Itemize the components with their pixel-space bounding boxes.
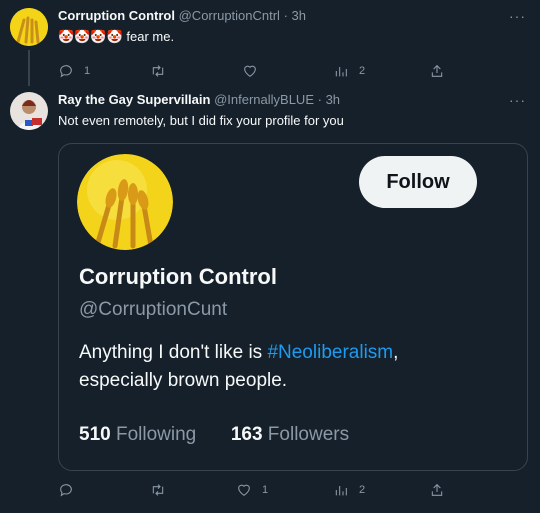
- like-button[interactable]: 1: [236, 482, 268, 498]
- profile-stats: 510 Following 163 Followers: [79, 424, 349, 446]
- author-name[interactable]: Corruption Control: [58, 8, 175, 23]
- views-button[interactable]: 2: [333, 63, 365, 79]
- retweet-button[interactable]: [150, 482, 176, 498]
- share-button[interactable]: [429, 482, 445, 498]
- profile-name: Corruption Control: [79, 264, 277, 289]
- author-handle[interactable]: @InfernallyBLUE: [214, 92, 314, 107]
- tweet-text: 🤡🤡🤡🤡 fear me.: [58, 28, 526, 46]
- views-icon: [335, 486, 347, 496]
- like-button[interactable]: [242, 63, 268, 79]
- share-icon: [431, 64, 443, 77]
- attached-profile-image[interactable]: Follow Corruption Control @CorruptionCun…: [58, 143, 528, 471]
- reply-icon: [60, 65, 72, 78]
- avatar-ray[interactable]: [10, 92, 48, 130]
- tweet-text-body: fear me.: [126, 29, 175, 44]
- follow-button: Follow: [359, 156, 477, 208]
- following-count: 510: [79, 424, 111, 445]
- timestamp[interactable]: 3h: [292, 8, 306, 23]
- followers-count: 163: [230, 424, 263, 445]
- retweet-icon: [152, 484, 164, 496]
- views-icon: [335, 67, 347, 77]
- profile-bio: Anything I don't like is #Neoliberalism,…: [79, 339, 499, 395]
- tweet-text: Not even remotely, but I did fix your pr…: [58, 113, 344, 128]
- views-count: 2: [359, 65, 366, 77]
- share-button[interactable]: [429, 63, 445, 79]
- heart-icon: [238, 484, 250, 496]
- views-button[interactable]: 2: [333, 482, 365, 498]
- profile-avatar-wheat: [77, 154, 173, 250]
- views-count: 2: [359, 484, 366, 496]
- reply-button[interactable]: 1: [58, 63, 90, 79]
- separator: ·: [283, 8, 288, 23]
- followers-label: Followers: [267, 424, 350, 445]
- more-options-icon[interactable]: ···: [509, 92, 526, 108]
- profile-handle: @CorruptionCunt: [79, 299, 228, 320]
- reply-button[interactable]: [58, 482, 84, 498]
- author-name[interactable]: Ray the Gay Supervillain: [58, 92, 210, 107]
- bio-punct: ,: [393, 342, 399, 363]
- retweet-icon: [152, 65, 164, 77]
- following-label: Following: [115, 424, 197, 445]
- bio-hashtag: #Neoliberalism: [267, 342, 394, 363]
- separator: ·: [317, 92, 322, 107]
- heart-icon: [244, 65, 256, 77]
- bio-text: Anything I don't like is: [79, 342, 268, 363]
- bio-line-2: especially brown people.: [79, 370, 288, 391]
- share-icon: [431, 483, 443, 496]
- clown-emoji: 🤡🤡🤡🤡: [58, 29, 123, 44]
- author-handle[interactable]: @CorruptionCntrl: [179, 8, 280, 23]
- avatar-wheat[interactable]: [10, 8, 48, 46]
- thread-line: [28, 50, 30, 86]
- reply-icon: [60, 484, 72, 497]
- retweet-button[interactable]: [150, 63, 176, 79]
- like-count: 1: [262, 484, 269, 496]
- tweet-corruption-control[interactable]: Corruption Control @CorruptionCntrl · 3h…: [0, 0, 540, 88]
- timestamp[interactable]: 3h: [326, 92, 340, 107]
- reply-count: 1: [84, 65, 91, 77]
- more-options-icon[interactable]: ···: [509, 8, 526, 24]
